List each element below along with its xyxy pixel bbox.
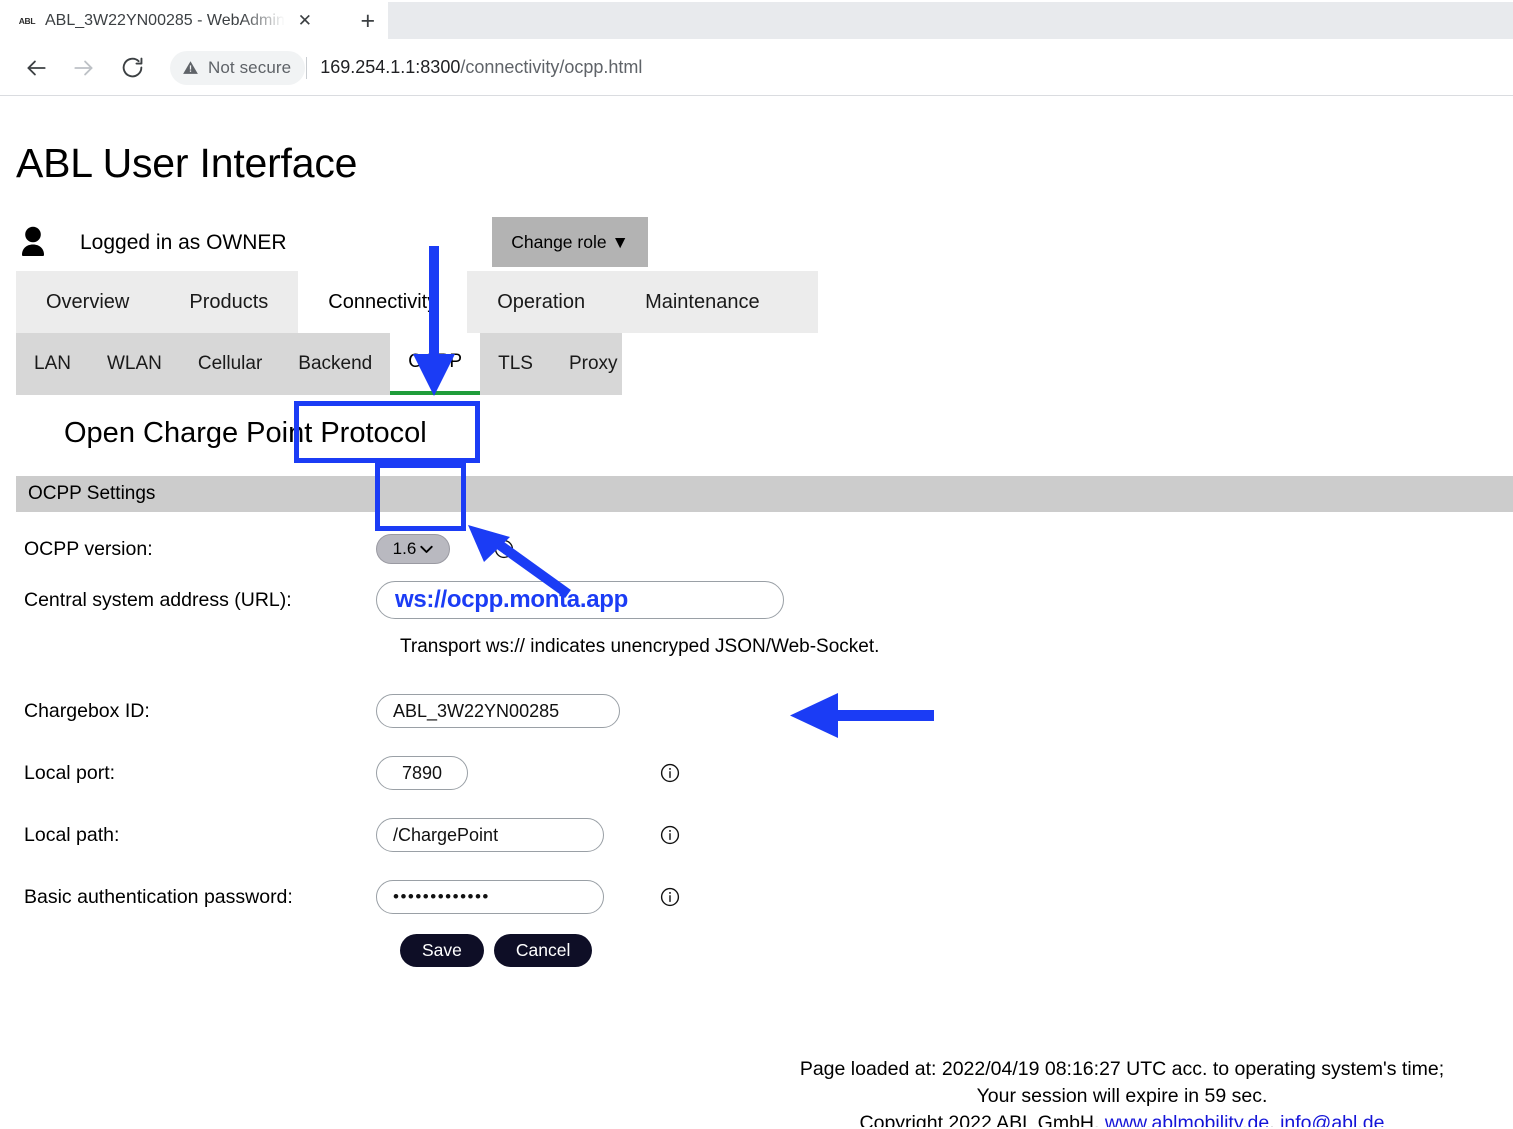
tab-overview[interactable]: Overview bbox=[16, 271, 159, 333]
browser-tab-title: ABL_3W22YN00285 - WebAdmin bbox=[45, 12, 285, 30]
subtab-ocpp[interactable]: OCPP bbox=[390, 333, 480, 395]
page-footer: Page loaded at: 2022/04/19 08:16:27 UTC … bbox=[0, 1056, 1487, 1127]
row-local-path: Local path: bbox=[24, 812, 1513, 858]
ocpp-version-value: 1.6 bbox=[393, 539, 417, 559]
url-host: 169.254.1.1:8300 bbox=[320, 57, 460, 77]
chevron-down-icon bbox=[420, 543, 433, 556]
reload-icon[interactable] bbox=[110, 46, 154, 90]
warning-triangle-icon bbox=[182, 59, 199, 76]
main-nav-tabs: Overview Products Connectivity Operation… bbox=[16, 271, 818, 333]
tab-maintenance[interactable]: Maintenance bbox=[615, 271, 790, 333]
info-icon-basic-auth-password[interactable] bbox=[660, 887, 680, 907]
footer-website-link[interactable]: www.ablmobility.de bbox=[1105, 1112, 1269, 1127]
login-status-label: Logged in as OWNER bbox=[80, 231, 287, 255]
info-icon-local-port[interactable] bbox=[660, 763, 680, 783]
browser-toolbar: Not secure 169.254.1.1:8300/connectivity… bbox=[0, 40, 1513, 96]
browser-tab-active[interactable]: ABL ABL_3W22YN00285 - WebAdmin ✕ bbox=[0, 2, 326, 40]
ocpp-version-select[interactable]: 1.6 bbox=[376, 534, 450, 564]
change-role-button[interactable]: Change role ▼ bbox=[492, 217, 648, 267]
footer-comma: , bbox=[1269, 1112, 1274, 1127]
tabstrip-empty-area bbox=[388, 2, 1513, 40]
address-bar[interactable]: Not secure 169.254.1.1:8300/connectivity… bbox=[170, 50, 1499, 86]
subtab-lan[interactable]: LAN bbox=[16, 333, 89, 395]
info-icon-ocpp-version[interactable] bbox=[494, 539, 514, 559]
label-local-port: Local port: bbox=[24, 762, 376, 785]
subtab-wlan[interactable]: WLAN bbox=[89, 333, 180, 395]
forward-arrow-icon bbox=[62, 46, 106, 90]
label-basic-auth-password: Basic authentication password: bbox=[24, 886, 376, 909]
label-central-url: Central system address (URL): bbox=[24, 589, 376, 612]
subtab-tls[interactable]: TLS bbox=[480, 333, 551, 395]
sub-nav-tabs: LAN WLAN Cellular Backend OCPP TLS Proxy bbox=[16, 333, 622, 395]
central-url-hint: Transport ws:// indicates unencryped JSO… bbox=[24, 636, 1513, 658]
page-title: ABL User Interface bbox=[0, 96, 1513, 187]
url-display[interactable]: 169.254.1.1:8300/connectivity/ocpp.html bbox=[320, 57, 642, 78]
page-content: ABL User Interface Logged in as OWNER Ch… bbox=[0, 96, 1513, 1127]
local-path-input[interactable] bbox=[376, 818, 604, 852]
row-ocpp-version: OCPP version: 1.6 bbox=[24, 526, 1513, 572]
row-central-url: Central system address (URL): bbox=[24, 572, 1513, 628]
save-button[interactable]: Save bbox=[400, 934, 484, 967]
row-local-port: Local port: bbox=[24, 750, 1513, 796]
form-actions: Save Cancel bbox=[24, 934, 1513, 967]
cancel-button[interactable]: Cancel bbox=[494, 934, 592, 967]
omnibox-divider bbox=[306, 57, 307, 79]
ocpp-settings-form: OCPP version: 1.6 Central system address… bbox=[0, 512, 1513, 967]
browser-chrome: ABL ABL_3W22YN00285 - WebAdmin ✕ + Not s… bbox=[0, 0, 1513, 96]
abl-favicon-icon: ABL bbox=[18, 12, 36, 30]
footer-session-expiry: Your session will expire in 59 sec. bbox=[757, 1083, 1487, 1110]
info-icon-local-path[interactable] bbox=[660, 825, 680, 845]
chargebox-id-input[interactable] bbox=[376, 694, 620, 728]
footer-page-loaded: Page loaded at: 2022/04/19 08:16:27 UTC … bbox=[757, 1056, 1487, 1083]
browser-tabstrip: ABL ABL_3W22YN00285 - WebAdmin ✕ + bbox=[0, 0, 1513, 40]
user-bar: Logged in as OWNER Change role ▼ bbox=[0, 215, 1513, 271]
url-path: /connectivity/ocpp.html bbox=[460, 57, 642, 77]
security-status-label: Not secure bbox=[208, 58, 291, 78]
back-arrow-icon[interactable] bbox=[14, 46, 58, 90]
label-chargebox-id: Chargebox ID: bbox=[24, 700, 376, 723]
security-status-chip[interactable]: Not secure bbox=[170, 51, 305, 85]
subtab-backend[interactable]: Backend bbox=[280, 333, 390, 395]
tab-connectivity[interactable]: Connectivity bbox=[298, 271, 467, 333]
subtab-cellular[interactable]: Cellular bbox=[180, 333, 280, 395]
close-icon[interactable]: ✕ bbox=[294, 10, 316, 32]
settings-section-header: OCPP Settings bbox=[16, 476, 1513, 512]
footer-email-link[interactable]: info@abl.de bbox=[1280, 1112, 1384, 1127]
local-port-input[interactable] bbox=[376, 756, 468, 790]
footer-copyright-text: Copyright 2022 ABL GmbH, bbox=[860, 1112, 1100, 1127]
user-avatar-icon bbox=[16, 225, 50, 261]
row-chargebox-id: Chargebox ID: bbox=[24, 688, 1513, 734]
tab-products[interactable]: Products bbox=[159, 271, 298, 333]
label-ocpp-version: OCPP version: bbox=[24, 538, 376, 561]
footer-copyright-line: Copyright 2022 ABL GmbH, www.ablmobility… bbox=[757, 1110, 1487, 1127]
tab-operation[interactable]: Operation bbox=[467, 271, 615, 333]
central-url-input[interactable] bbox=[376, 581, 784, 619]
subtab-proxy[interactable]: Proxy bbox=[551, 333, 636, 395]
row-basic-auth-password: Basic authentication password: bbox=[24, 874, 1513, 920]
label-local-path: Local path: bbox=[24, 824, 376, 847]
section-heading: Open Charge Point Protocol bbox=[0, 395, 1513, 450]
basic-auth-password-input[interactable] bbox=[376, 880, 604, 914]
new-tab-button[interactable]: + bbox=[348, 2, 388, 40]
